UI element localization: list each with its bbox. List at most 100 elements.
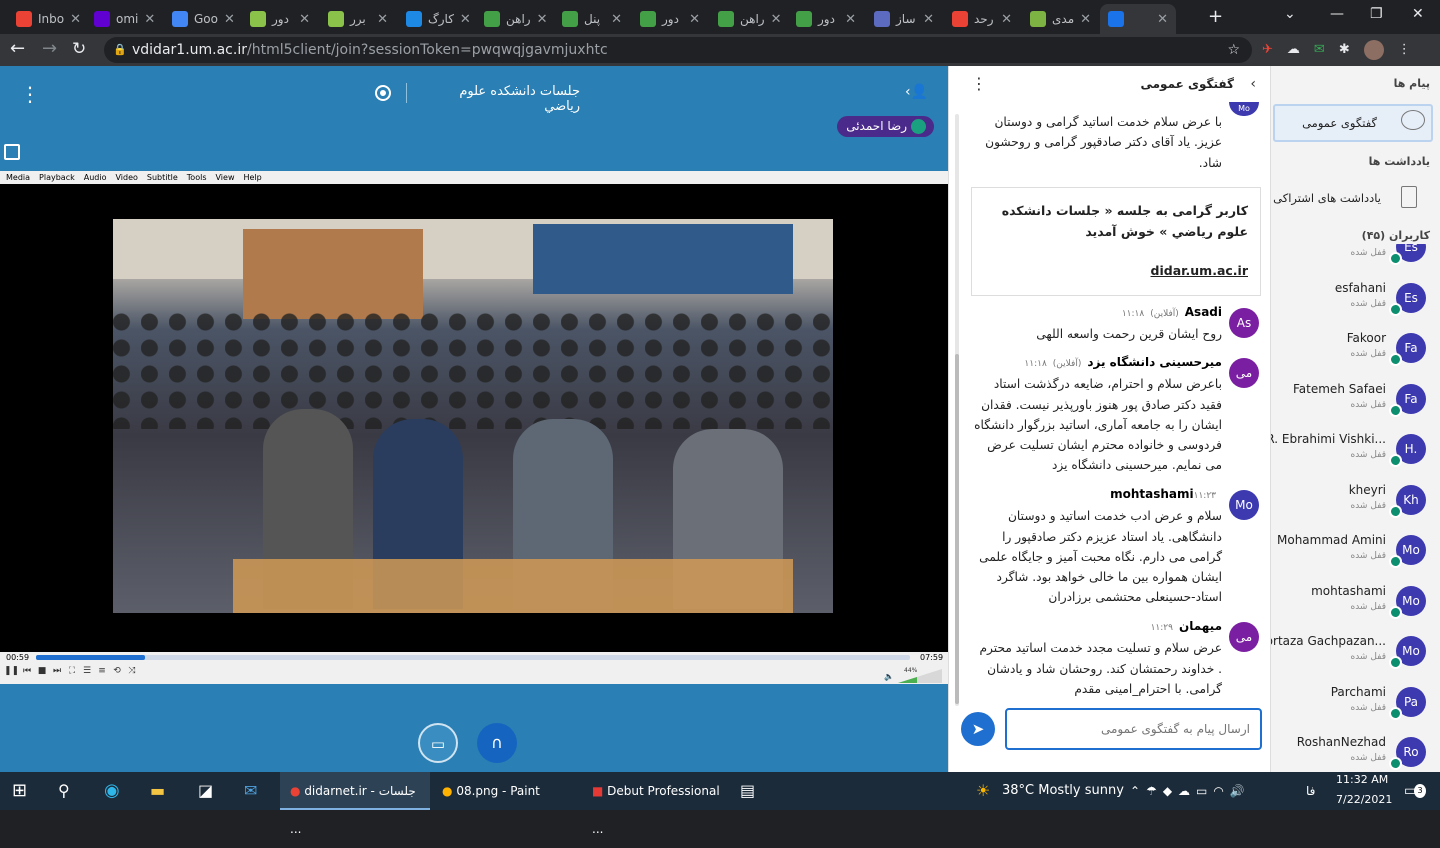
input-language[interactable]: فا <box>1306 772 1315 810</box>
reload-button[interactable]: ↻ <box>72 38 94 60</box>
browser-tab[interactable]: پنل ✕ <box>554 4 630 34</box>
close-tab-icon[interactable]: ✕ <box>845 12 856 27</box>
explorer-icon[interactable]: ▬ <box>150 772 165 810</box>
fullscreen-icon[interactable] <box>4 144 20 160</box>
bookmark-star-icon[interactable]: ☆ <box>1227 37 1240 63</box>
close-tab-icon[interactable]: ✕ <box>611 12 622 27</box>
address-bar[interactable]: 🔒 vdidar1.um.ac.ir/html5client/join?sess… <box>104 37 1252 63</box>
browser-tab[interactable]: برر ✕ <box>320 4 396 34</box>
seek-bar[interactable] <box>36 655 910 660</box>
menu-item[interactable]: Tools <box>187 173 207 182</box>
browser-tab[interactable]: دور ✕ <box>788 4 864 34</box>
new-tab-button[interactable]: + <box>1208 6 1223 27</box>
browser-tab[interactable]: Goo ✕ <box>164 4 240 34</box>
weather-text[interactable]: 38°C Mostly sunny <box>1002 772 1124 810</box>
shuffle-icon[interactable]: ⤨ <box>126 666 138 680</box>
menu-item[interactable]: Playback <box>39 173 75 182</box>
close-tab-icon[interactable]: ✕ <box>1001 12 1012 27</box>
browser-tab[interactable]: کارگ ✕ <box>398 4 474 34</box>
user-list-item[interactable]: esfahani قفل شده Es <box>1271 275 1440 325</box>
menu-item[interactable]: Audio <box>84 173 107 182</box>
options-menu-icon[interactable]: ⋮ <box>20 82 40 106</box>
users-toggle-icon[interactable]: ‹👤 <box>905 84 931 102</box>
taskbar-debut[interactable]: ■ Debut Professional ... <box>584 772 724 836</box>
browser-tab[interactable]: omi ✕ <box>86 4 162 34</box>
camera-off-button[interactable]: ▭ <box>418 723 458 763</box>
user-list-item[interactable]: Esfahaniقفل شدهEs <box>1271 244 1440 274</box>
close-tab-icon[interactable]: ✕ <box>537 12 548 27</box>
stop-icon[interactable]: ■ <box>36 666 48 680</box>
public-chat-item[interactable]: گفتگوی عمومی <box>1273 104 1433 142</box>
mail-icon[interactable]: ✉ <box>244 772 257 810</box>
chat-scrollbar[interactable] <box>955 114 959 706</box>
back-button[interactable]: ← <box>10 38 32 60</box>
close-tab-icon[interactable]: ✕ <box>299 12 310 27</box>
close-tab-icon[interactable]: ✕ <box>144 12 155 27</box>
speaker-icon[interactable]: 🔈 <box>884 672 894 681</box>
user-list-item[interactable]: Mohammad Amini قفل شده Mo <box>1271 527 1440 577</box>
search-icon[interactable]: ⚲ <box>58 772 70 810</box>
browser-tab[interactable]: Inbo ✕ <box>8 4 84 34</box>
menu-item[interactable]: Video <box>115 173 137 182</box>
extension-icon[interactable]: ✉ <box>1314 40 1325 60</box>
browser-tab[interactable]: ساز ✕ <box>866 4 942 34</box>
volume-slider[interactable]: 44% <box>898 667 942 683</box>
chat-options-icon[interactable]: ⋮ <box>971 74 987 93</box>
user-list-item[interactable]: Fakoor قفل شده Fa <box>1271 325 1440 375</box>
menu-item[interactable]: Media <box>6 173 30 182</box>
headphones-button[interactable]: ∩ <box>477 723 517 763</box>
extension-icon[interactable]: ☁ <box>1287 40 1300 60</box>
browser-tab[interactable]: دور ✕ <box>632 4 708 34</box>
user-list-item[interactable]: Fatemeh Safaei قفل شده Fa <box>1271 376 1440 426</box>
browser-tab[interactable]: دور ✕ <box>242 4 318 34</box>
welcome-link[interactable]: didar.um.ac.ir <box>984 260 1248 281</box>
browser-tab[interactable]: مدی ✕ <box>1022 4 1098 34</box>
edge-icon[interactable]: ◉ <box>104 772 120 810</box>
user-list-item[interactable]: mohtashami قفل شده Mo <box>1271 578 1440 628</box>
user-list-item[interactable]: ortaza Gachpazan... قفل شده Mo <box>1271 628 1440 678</box>
menu-item[interactable]: Help <box>243 173 261 182</box>
close-tab-icon[interactable]: ✕ <box>1157 12 1168 27</box>
menu-item[interactable]: View <box>216 173 235 182</box>
puzzle-icon[interactable]: ✱ <box>1339 40 1350 60</box>
user-list-item[interactable]: Parchami قفل شده Pa <box>1271 679 1440 729</box>
pause-icon[interactable]: ❚❚ <box>4 666 19 680</box>
profile-avatar[interactable] <box>1363 40 1384 60</box>
user-list-item[interactable]: RoshanNezhad قفل شده Ro <box>1271 729 1440 772</box>
chat-back-icon[interactable]: ‹ <box>1250 76 1256 92</box>
close-window-icon[interactable]: ✕ <box>1412 6 1424 22</box>
extension-icon[interactable]: ✈ <box>1262 40 1273 60</box>
taskbar-paint[interactable]: ● 08.png - Paint <box>432 772 572 810</box>
next-icon[interactable]: ⏭ <box>51 666 63 680</box>
clock-date[interactable]: 7/22/2021 <box>1336 790 1392 810</box>
close-tab-icon[interactable]: ✕ <box>923 12 934 27</box>
close-tab-icon[interactable]: ✕ <box>460 12 471 27</box>
minimize-icon[interactable]: — <box>1330 6 1344 22</box>
extended-settings-icon[interactable]: ☰ <box>81 666 93 680</box>
send-button[interactable]: ➤ <box>961 712 995 746</box>
close-tab-icon[interactable]: ✕ <box>224 12 235 27</box>
taskbar-chrome[interactable]: ● didarnet.ir - جلسات ... <box>280 772 430 836</box>
menu-dots-icon[interactable]: ⋮ <box>1398 40 1411 60</box>
close-tab-icon[interactable]: ✕ <box>377 12 388 27</box>
maximize-icon[interactable]: ❐ <box>1370 6 1383 22</box>
user-list-item[interactable]: R. Ebrahimi Vishki... قفل شده H. <box>1271 426 1440 476</box>
browser-tab[interactable]: ✕ <box>1100 4 1176 34</box>
browser-tab[interactable]: رحد ✕ <box>944 4 1020 34</box>
film-icon[interactable]: ▤ <box>740 772 755 810</box>
close-tab-icon[interactable]: ✕ <box>1080 12 1091 27</box>
close-tab-icon[interactable]: ✕ <box>771 12 782 27</box>
chat-input[interactable] <box>1005 708 1262 750</box>
browser-tab[interactable]: راهن ✕ <box>710 4 786 34</box>
loop-icon[interactable]: ⟲ <box>111 666 123 680</box>
browser-tab[interactable]: راهن ✕ <box>476 4 552 34</box>
store-icon[interactable]: ◪ <box>198 772 213 810</box>
close-tab-icon[interactable]: ✕ <box>70 12 81 27</box>
tray-icons[interactable]: ⌃☂◆☁▭◠🔊 <box>1130 772 1251 810</box>
close-tab-icon[interactable]: ✕ <box>689 12 700 27</box>
forward-button[interactable]: → <box>42 38 64 60</box>
shared-notes-item[interactable]: یادداشت های اشتراکی <box>1273 184 1433 214</box>
start-button[interactable]: ⊞ <box>12 772 27 810</box>
recording-indicator[interactable] <box>375 85 391 101</box>
menu-item[interactable]: Subtitle <box>147 173 178 182</box>
